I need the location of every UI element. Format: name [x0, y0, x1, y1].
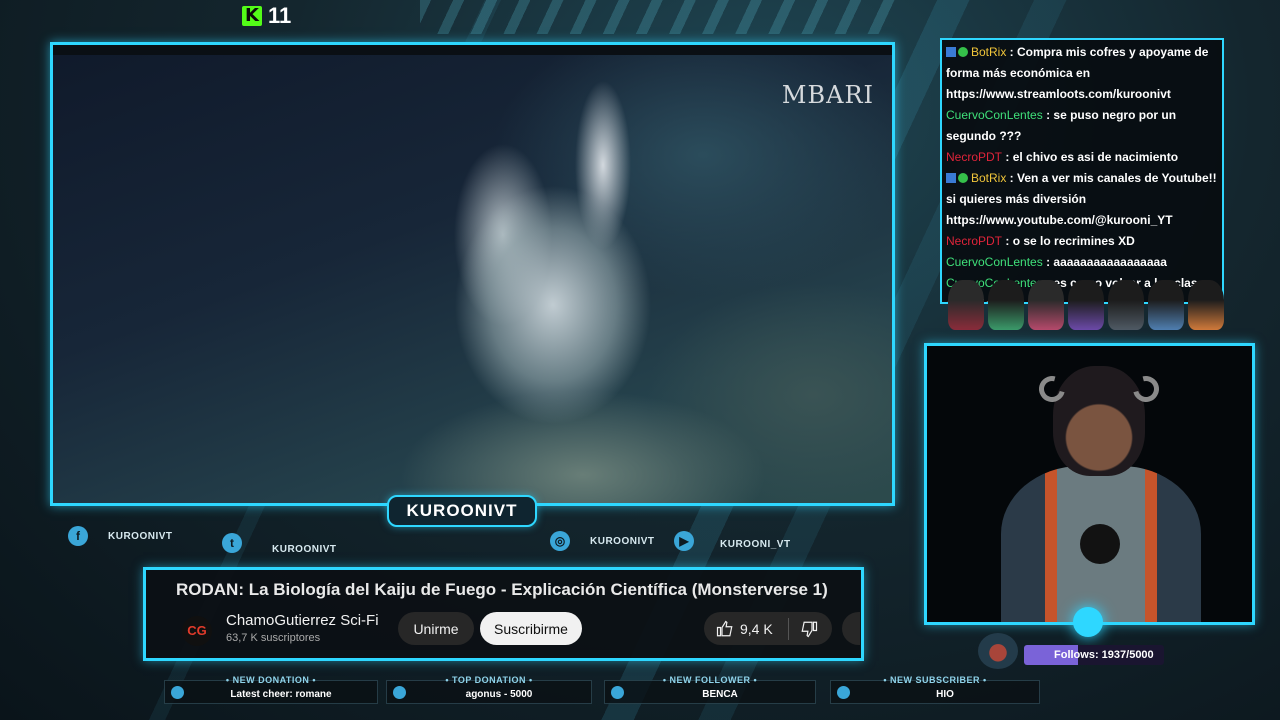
- video-frame: MBARI: [50, 42, 895, 506]
- avatar-head: [1053, 366, 1145, 476]
- mascot-figure: [988, 280, 1024, 330]
- user-icon: [611, 686, 624, 699]
- join-button[interactable]: Unirme: [398, 612, 474, 645]
- kick-viewer-counter: K 11: [242, 3, 291, 29]
- alert-new-subscriber: • NEW SUBSCRIBER • HIO: [830, 675, 1040, 704]
- alert-heading: • NEW SUBSCRIBER •: [883, 675, 987, 685]
- chat-username[interactable]: CuervoConLentes: [946, 108, 1043, 122]
- chat-message: CuervoConLentes : aaaaaaaaaaaaaaaaa: [946, 255, 1167, 269]
- mascot-figure: [1108, 280, 1144, 330]
- vtuber-camera-frame: [924, 343, 1255, 625]
- mascot-row: [948, 280, 1228, 332]
- alert-new-donation: • NEW DONATION • Latest cheer: romane: [164, 675, 378, 704]
- chat-box: BotRix : Compra mis cofres y apoyame de …: [940, 38, 1224, 304]
- dislike-button[interactable]: [789, 612, 829, 645]
- facebook-icon: f: [68, 526, 88, 546]
- follow-goal-bar: Follows: 1937/5000: [1024, 645, 1164, 665]
- chat-username[interactable]: BotRix: [971, 171, 1006, 185]
- money-bag-icon: [393, 686, 406, 699]
- verified-badge-icon: [958, 47, 968, 57]
- twitter-icon: t: [222, 532, 242, 553]
- mascot-figure: [1148, 280, 1184, 330]
- moderator-badge-icon: [946, 173, 956, 183]
- video-player[interactable]: [53, 55, 892, 503]
- social-youtube: ▶ KUROONI_VT: [674, 531, 791, 551]
- alert-new-follower: • NEW FOLLOWER • BENCA: [604, 675, 816, 704]
- alert-value: agonus - 5000: [465, 689, 533, 700]
- youtube-icon: ▶: [674, 531, 694, 551]
- mascot-figure: [1028, 280, 1064, 330]
- like-count: 9,4 K: [740, 620, 773, 637]
- follow-goal-value: 1937/5000: [1101, 649, 1154, 661]
- share-button[interactable]: [842, 612, 860, 645]
- social-twitter: t KUROONIVT: [222, 530, 337, 555]
- social-label: KUROONIVT: [108, 530, 173, 542]
- channel-avatar[interactable]: CG: [182, 616, 212, 646]
- frame-glow-orb: [1073, 607, 1103, 637]
- chat-username[interactable]: NecroPDT: [946, 150, 1002, 164]
- chat-username[interactable]: NecroPDT: [946, 234, 1002, 248]
- chat-username[interactable]: CuervoConLentes: [946, 255, 1043, 269]
- subscribe-button[interactable]: Suscribirme: [480, 612, 582, 645]
- like-button[interactable]: 9,4 K: [704, 612, 788, 645]
- channel-name[interactable]: ChamoGutierrez Sci-Fi: [226, 612, 379, 629]
- chat-message: NecroPDT : o se lo recrimines XD: [946, 234, 1135, 248]
- video-title: RODAN: La Biología del Kaiju de Fuego - …: [176, 580, 828, 599]
- chat-text: el chivo es asi de nacimiento: [1012, 150, 1179, 164]
- alert-value: BENCA: [702, 689, 738, 700]
- chat-message: CuervoConLentes : se puso negro por un s…: [946, 108, 1177, 143]
- chat-text: aaaaaaaaaaaaaaaaa: [1053, 255, 1167, 269]
- channel-name-tag: KUROONIVT: [387, 495, 537, 527]
- chat-message: NecroPDT : el chivo es asi de nacimiento: [946, 150, 1179, 164]
- alert-value: HIO: [936, 689, 954, 700]
- avatar-emblem: [1080, 524, 1120, 564]
- alert-heading: • NEW DONATION •: [225, 675, 317, 685]
- mascot-figure: [1188, 280, 1224, 330]
- alert-heading: • TOP DONATION •: [445, 675, 533, 685]
- follow-goal-label: Follows:: [1054, 649, 1099, 661]
- chat-username[interactable]: BotRix: [971, 45, 1006, 59]
- alert-top-donation: • TOP DONATION • agonus - 5000: [386, 675, 592, 704]
- thumbs-down-icon: [801, 621, 818, 637]
- social-instagram: ◎ KUROONIVT: [550, 531, 655, 551]
- chat-message: BotRix : Ven a ver mis canales de Youtub…: [946, 171, 1217, 227]
- alert-heading: • NEW FOLLOWER •: [662, 675, 758, 685]
- social-label: KUROONIVT: [590, 535, 655, 547]
- mascot-figure: [948, 280, 984, 330]
- viewer-count: 11: [268, 3, 292, 28]
- like-dislike-group: 9,4 K: [704, 612, 832, 645]
- verified-badge-icon: [958, 173, 968, 183]
- social-label: KUROONIVT: [272, 544, 337, 555]
- social-facebook: f KUROONIVT: [68, 526, 173, 546]
- alert-value: Latest cheer: romane: [230, 689, 332, 700]
- video-watermark: MBARI: [781, 81, 874, 109]
- chat-text: o se lo recrimines XD: [1012, 234, 1135, 248]
- instagram-icon: ◎: [550, 531, 570, 551]
- mascot-figure: [1068, 280, 1104, 330]
- youtube-video-info-card: RODAN: La Biología del Kaiju de Fuego - …: [143, 567, 864, 661]
- kick-logo-icon: K: [242, 6, 262, 26]
- chat-message: BotRix : Compra mis cofres y apoyame de …: [946, 45, 1209, 101]
- thumbs-up-icon: [716, 620, 733, 636]
- subscriber-count: 63,7 K suscriptores: [226, 632, 321, 644]
- social-label: KUROONI_VT: [720, 538, 791, 550]
- info-icon: [171, 686, 184, 699]
- decorative-stripes: [420, 0, 900, 34]
- moderator-badge-icon: [946, 47, 956, 57]
- crown-icon: [837, 686, 850, 699]
- mascot-avatar: [978, 633, 1018, 669]
